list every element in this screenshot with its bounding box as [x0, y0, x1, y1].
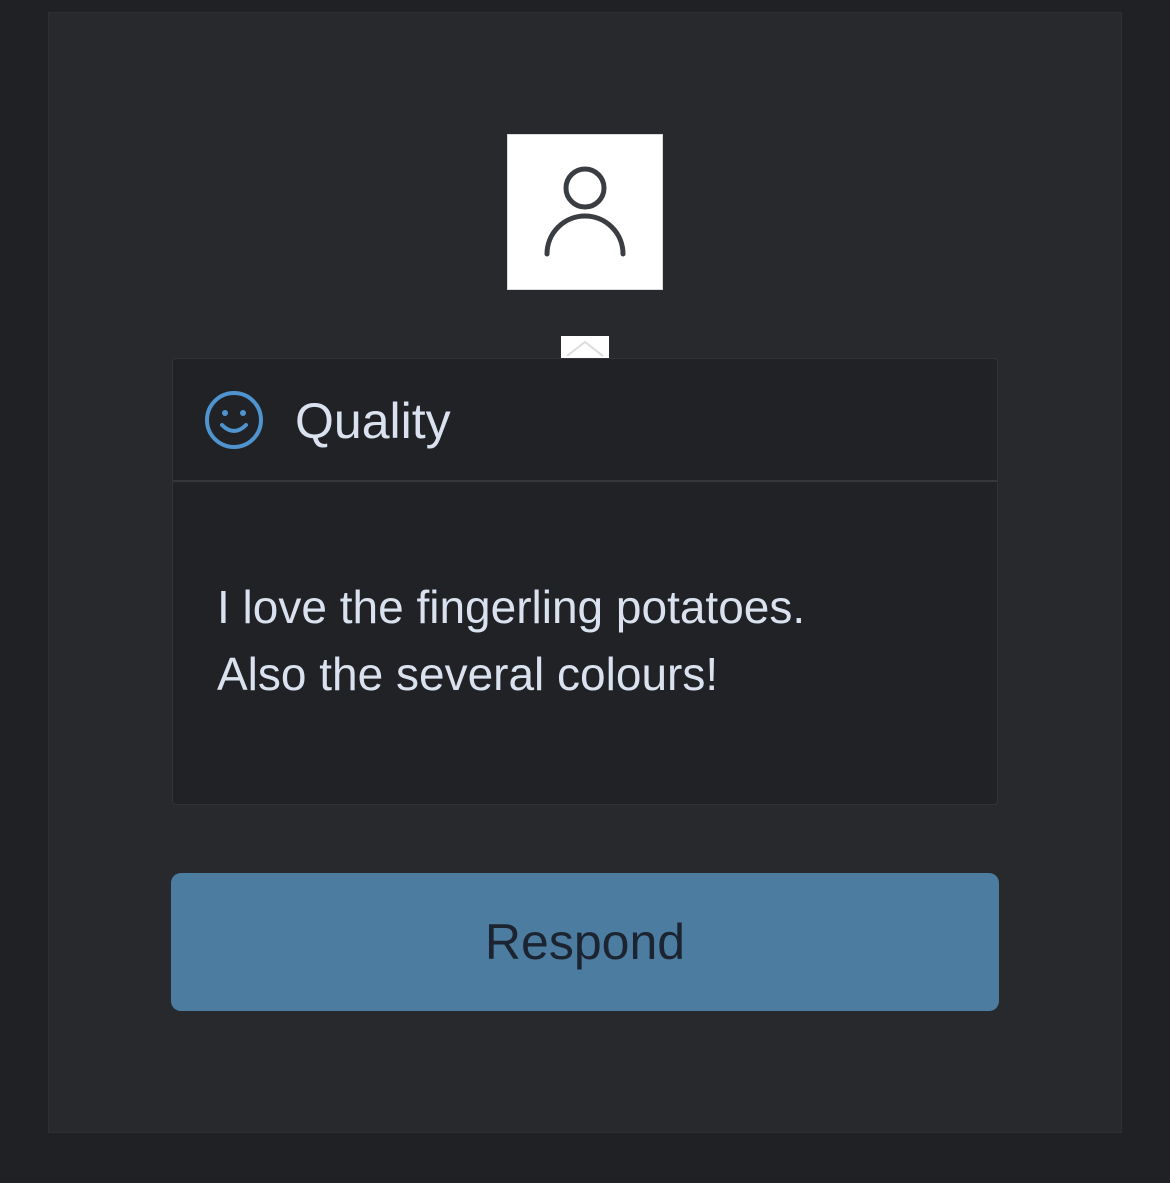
card-header: Quality	[173, 359, 997, 482]
feedback-message: I love the fingerling potatoes. Also the…	[217, 574, 967, 708]
smiley-icon	[205, 391, 263, 449]
pointer-caret	[561, 336, 609, 358]
avatar	[507, 134, 663, 290]
message-line: I love the fingerling potatoes.	[217, 581, 806, 633]
user-icon	[544, 166, 626, 257]
message-line: Also the several colours!	[217, 648, 719, 700]
feedback-card: Quality I love the fingerling potatoes. …	[172, 358, 998, 805]
category-title: Quality	[295, 393, 451, 449]
respond-button[interactable]: Respond	[171, 873, 999, 1011]
